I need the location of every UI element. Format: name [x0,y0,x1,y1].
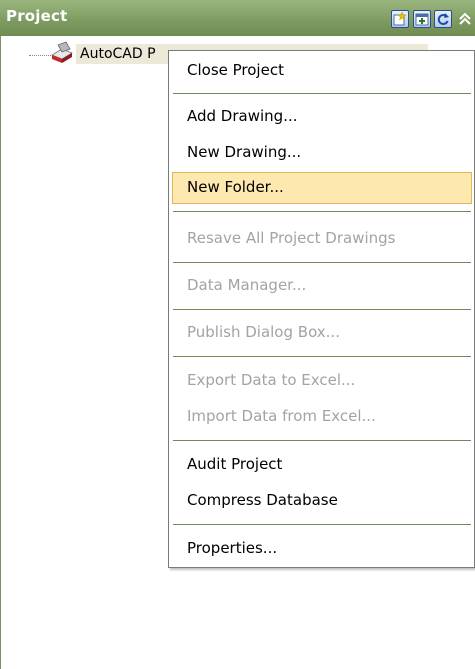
menu-separator [173,356,471,357]
menu-item-data-manager: Data Manager... [187,276,307,294]
menu-separator [173,262,471,263]
add-drawing-icon [415,13,429,26]
panel-header: Project [0,0,475,36]
chevron-up-icon [459,12,471,25]
menu-item-properties[interactable]: Properties... [172,533,472,565]
menu-item-import-excel: Import Data from Excel... [187,407,376,425]
new-project-button[interactable] [391,10,409,28]
refresh-button[interactable] [434,10,452,28]
menu-item-resave-all: Resave All Project Drawings [187,229,396,247]
menu-item-close-project[interactable]: Close Project [172,55,472,87]
menu-separator [173,93,471,94]
menu-item-add-drawing[interactable]: Add Drawing... [172,101,472,133]
menu-separator [173,309,471,310]
menu-item-export-excel: Export Data to Excel... [187,371,356,389]
menu-item-compress-database[interactable]: Compress Database [172,485,472,517]
menu-item-publish-dialog: Publish Dialog Box... [187,323,340,341]
menu-item-new-folder[interactable]: New Folder... [172,172,472,204]
menu-separator [173,211,471,212]
menu-separator [173,440,471,441]
collapse-button[interactable] [457,11,473,27]
panel-title: Project [6,7,68,25]
new-project-icon [393,12,407,26]
menu-item-new-drawing[interactable]: New Drawing... [172,137,472,169]
menu-item-audit-project[interactable]: Audit Project [172,449,472,481]
menu-separator [173,524,471,525]
context-menu: Close Project Add Drawing... New Drawing… [168,50,475,568]
autocad-project-icon [50,41,74,65]
refresh-icon [437,13,449,25]
add-drawing-button[interactable] [413,10,431,28]
